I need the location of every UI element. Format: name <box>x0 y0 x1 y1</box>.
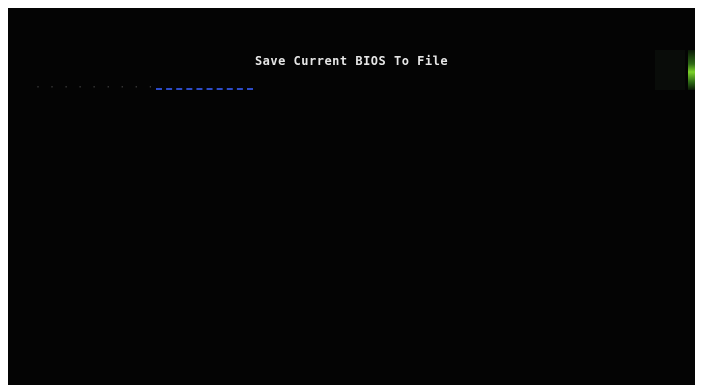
status-indicator-shadow <box>655 50 685 90</box>
bios-screen: Save Current BIOS To File · · · · · · · … <box>8 8 695 385</box>
status-indicator <box>688 50 695 90</box>
screen-title: Save Current BIOS To File <box>254 54 449 68</box>
file-path-input[interactable] <box>156 84 253 90</box>
file-path-row: · · · · · · · · · <box>35 81 253 93</box>
file-path-label: · · · · · · · · · <box>35 81 155 93</box>
